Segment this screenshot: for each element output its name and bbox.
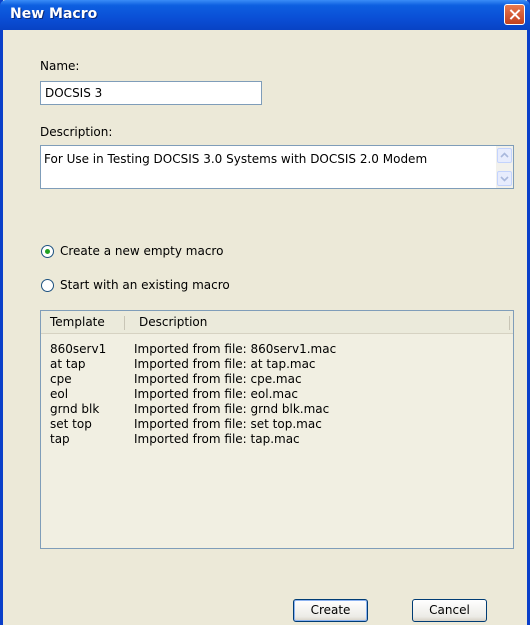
row-template: grnd blk [50,402,100,416]
row-description: Imported from file: cpe.mac [134,372,302,386]
title-bar[interactable]: New Macro [0,0,530,30]
row-template: cpe [50,372,72,386]
column-header-template[interactable]: Template [50,315,105,329]
description-value: For Use in Testing DOCSIS 3.0 Systems wi… [44,152,428,166]
row-description: Imported from file: tap.mac [134,432,300,446]
column-header-description[interactable]: Description [139,315,207,329]
create-new-label[interactable]: Create a new empty macro [60,244,223,258]
create-button[interactable]: Create [293,599,368,622]
row-description: Imported from file: set top.mac [134,417,322,431]
row-template: eol [50,387,69,401]
table-row[interactable]: eol Imported from file: eol.mac [41,387,511,401]
name-value: DOCSIS 3 [45,86,103,100]
new-macro-dialog: New Macro Name: DOCSIS 3 Description: Fo… [0,0,530,625]
create-new-radio[interactable] [41,245,54,258]
description-label: Description: [40,125,113,139]
row-template: 860serv1 [50,342,107,356]
dialog-title: New Macro [10,6,98,22]
chevron-up-icon [500,152,509,158]
name-field[interactable]: DOCSIS 3 [40,81,262,105]
row-description: Imported from file: eol.mac [134,387,299,401]
table-row[interactable]: cpe Imported from file: cpe.mac [41,372,511,386]
scroll-up-button[interactable] [497,148,512,163]
scroll-down-button[interactable] [497,171,512,186]
table-row[interactable]: 860serv1 Imported from file: 860serv1.mac [41,342,511,356]
start-existing-label[interactable]: Start with an existing macro [60,278,230,292]
column-divider[interactable] [509,316,510,330]
row-template: at tap [50,357,86,371]
name-label: Name: [40,59,80,73]
column-divider[interactable] [124,316,125,330]
row-description: Imported from file: 860serv1.mac [134,342,337,356]
row-template: set top [50,417,92,431]
close-icon[interactable] [504,4,525,25]
description-field[interactable]: For Use in Testing DOCSIS 3.0 Systems wi… [40,145,514,189]
row-description: Imported from file: at tap.mac [134,357,316,371]
table-row[interactable]: set top Imported from file: set top.mac [41,417,511,431]
row-template: tap [50,432,70,446]
row-description: Imported from file: grnd blk.mac [134,402,330,416]
table-row[interactable]: grnd blk Imported from file: grnd blk.mac [41,402,511,416]
table-row[interactable]: at tap Imported from file: at tap.mac [41,357,511,371]
start-existing-radio[interactable] [41,279,54,292]
list-header: Template Description [41,311,513,334]
chevron-down-icon [500,176,509,182]
description-scrollbar[interactable] [496,146,513,188]
cancel-button[interactable]: Cancel [412,599,487,622]
template-list[interactable]: Template Description 860serv1 Imported fr… [40,310,514,549]
table-row[interactable]: tap Imported from file: tap.mac [41,432,511,446]
